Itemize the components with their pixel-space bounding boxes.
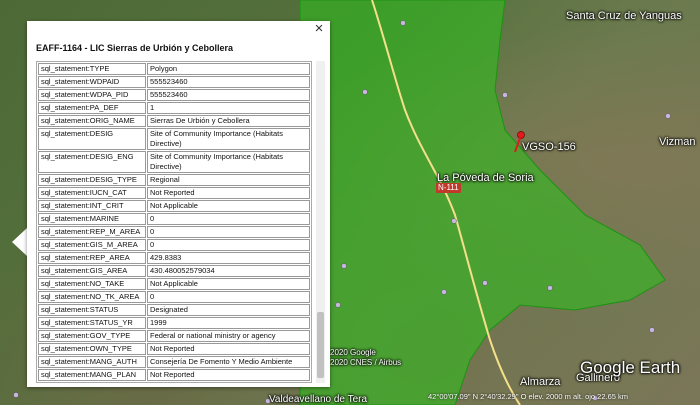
attribute-value: 555523460 xyxy=(147,89,310,101)
attribute-key: sql_statement:DESIG_TYPE xyxy=(38,174,146,186)
attribute-key: sql_statement:REP_AREA xyxy=(38,252,146,264)
road-shield-n111: N-111 xyxy=(436,183,461,193)
table-row: sql_statement:STATUS_YR 1999 xyxy=(38,317,310,329)
popup-pointer xyxy=(12,228,27,256)
table-row: sql_statement:WDPAID 555523460 xyxy=(38,76,310,88)
map-label-vgso-156[interactable]: VGSO-156 xyxy=(522,141,576,153)
attribute-value: 0 xyxy=(147,239,310,251)
table-row: sql_statement:GIS_AREA 430.480052579034 xyxy=(38,265,310,277)
attribute-key: sql_statement:STATUS xyxy=(38,304,146,316)
table-row: sql_statement:REP_M_AREA 0 xyxy=(38,226,310,238)
map-label-almarza: Almarza xyxy=(520,376,561,388)
table-row: sql_statement:ORIG_NAME Sierras De Urbión… xyxy=(38,115,310,127)
attribute-value: Not Reported xyxy=(147,369,310,381)
attribute-key: sql_statement:REP_M_AREA xyxy=(38,226,146,238)
attribute-key: sql_statement:WDPAID xyxy=(38,76,146,88)
attribute-value: Polygon xyxy=(147,63,310,75)
table-row: sql_statement:GIS_M_AREA 0 xyxy=(38,239,310,251)
attribute-value: Not Applicable xyxy=(147,200,310,212)
table-row: sql_statement:MANG_PLAN Not Reported xyxy=(38,369,310,381)
attribute-key: sql_statement:NO_TAKE xyxy=(38,278,146,290)
attribute-key: sql_statement:PA_DEF xyxy=(38,102,146,114)
table-row: sql_statement:STATUS Designated xyxy=(38,304,310,316)
map-label-vizman: Vizman xyxy=(659,136,696,148)
popup-scrollbar[interactable] xyxy=(316,61,325,383)
attribute-key: sql_statement:OWN_TYPE xyxy=(38,343,146,355)
google-earth-logo: Google Earth xyxy=(580,358,681,377)
attribute-key: sql_statement:GIS_AREA xyxy=(38,265,146,277)
table-row: sql_statement:TYPE Polygon xyxy=(38,63,310,75)
attribute-key: sql_statement:IUCN_CAT xyxy=(38,187,146,199)
attribute-value: Sierras De Urbión y Cebollera xyxy=(147,115,310,127)
attribute-key: sql_statement:STATUS_YR xyxy=(38,317,146,329)
attribute-key: sql_statement:INT_CRIT xyxy=(38,200,146,212)
attribute-key: sql_statement:WDPA_PID xyxy=(38,89,146,101)
status-bar-coordinates: 42°00'07.09" N 2°40'32.29" O elev. 2000 … xyxy=(428,392,629,401)
attribute-value: Site of Community Importance (Habitats D… xyxy=(147,151,310,173)
protected-area-polygon[interactable] xyxy=(299,0,666,405)
attribute-key: sql_statement:MANG_PLAN xyxy=(38,369,146,381)
attribute-value: 0 xyxy=(147,226,310,238)
attribute-key: sql_statement:DESIG_ENG xyxy=(38,151,146,173)
attribute-table: sql_statement:TYPE Polygon sql_statement:W… xyxy=(36,61,312,383)
table-row: sql_statement:PA_DEF 1 xyxy=(38,102,310,114)
attribute-value: Consejería De Fomento Y Medio Ambiente xyxy=(147,356,310,368)
attribute-value: Regional xyxy=(147,174,310,186)
attribute-value: Site of Community Importance (Habitats D… xyxy=(147,128,310,150)
imagery-attribution-google: 2020 Google xyxy=(330,348,376,357)
placemark-pin-icon[interactable] xyxy=(513,131,525,153)
attribute-value: 1 xyxy=(147,102,310,114)
table-row: sql_statement:DESIG_ENG Site of Community… xyxy=(38,151,310,173)
attribute-value: Not Applicable xyxy=(147,278,310,290)
attribute-key: sql_statement:MARINE xyxy=(38,213,146,225)
attribute-value: 1999 xyxy=(147,317,310,329)
table-row: sql_statement:MARINE 0 xyxy=(38,213,310,225)
attribute-key: sql_statement:TYPE xyxy=(38,63,146,75)
table-row: sql_statement:DESIG Site of Community Imp… xyxy=(38,128,310,150)
attribute-key: sql_statement:GOV_TYPE xyxy=(38,330,146,342)
table-row: sql_statement:INT_CRIT Not Applicable xyxy=(38,200,310,212)
popup-title: EAFF-1164 - LIC Sierras de Urbión y Cebo… xyxy=(36,43,234,53)
attribute-value: Federal or national ministry or agency xyxy=(147,330,310,342)
imagery-attribution-cnes: 2020 CNES / Airbus xyxy=(330,358,402,367)
attribute-key: sql_statement:ORIG_NAME xyxy=(38,115,146,127)
attribute-table-container[interactable]: sql_statement:TYPE Polygon sql_statement:W… xyxy=(36,61,312,383)
attribute-value: 0 xyxy=(147,213,310,225)
attribute-value: 429.8383 xyxy=(147,252,310,264)
table-row: sql_statement:REP_AREA 429.8383 xyxy=(38,252,310,264)
attribute-value: 0 xyxy=(147,291,310,303)
attribute-key: sql_statement:DESIG xyxy=(38,128,146,150)
attribute-key: sql_statement:MANG_AUTH xyxy=(38,356,146,368)
attribute-value: Designated xyxy=(147,304,310,316)
popup-scrollbar-thumb[interactable] xyxy=(317,312,324,378)
placemark-info-popup: × EAFF-1164 - LIC Sierras de Urbión y Ce… xyxy=(27,21,330,387)
table-row: sql_statement:GOV_TYPE Federal or nationa… xyxy=(38,330,310,342)
attribute-value: Not Reported xyxy=(147,343,310,355)
attribute-key: sql_statement:GIS_M_AREA xyxy=(38,239,146,251)
table-row: sql_statement:NO_TK_AREA 0 xyxy=(38,291,310,303)
table-row: sql_statement:NO_TAKE Not Applicable xyxy=(38,278,310,290)
table-row: sql_statement:WDPA_PID 555523460 xyxy=(38,89,310,101)
attribute-key: sql_statement:NO_TK_AREA xyxy=(38,291,146,303)
attribute-value: 555523460 xyxy=(147,76,310,88)
attribute-value: Not Reported xyxy=(147,187,310,199)
map-label-santa-cruz: Santa Cruz de Yanguas xyxy=(566,10,682,22)
table-row: sql_statement:MANG_AUTH Consejería De Fom… xyxy=(38,356,310,368)
attribute-value: 430.480052579034 xyxy=(147,265,310,277)
map-label-valdeavellano: Valdeavellano de Tera xyxy=(269,394,368,405)
table-row: sql_statement:DESIG_TYPE Regional xyxy=(38,174,310,186)
close-icon[interactable]: × xyxy=(312,21,326,36)
table-row: sql_statement:IUCN_CAT Not Reported xyxy=(38,187,310,199)
table-row: sql_statement:OWN_TYPE Not Reported xyxy=(38,343,310,355)
